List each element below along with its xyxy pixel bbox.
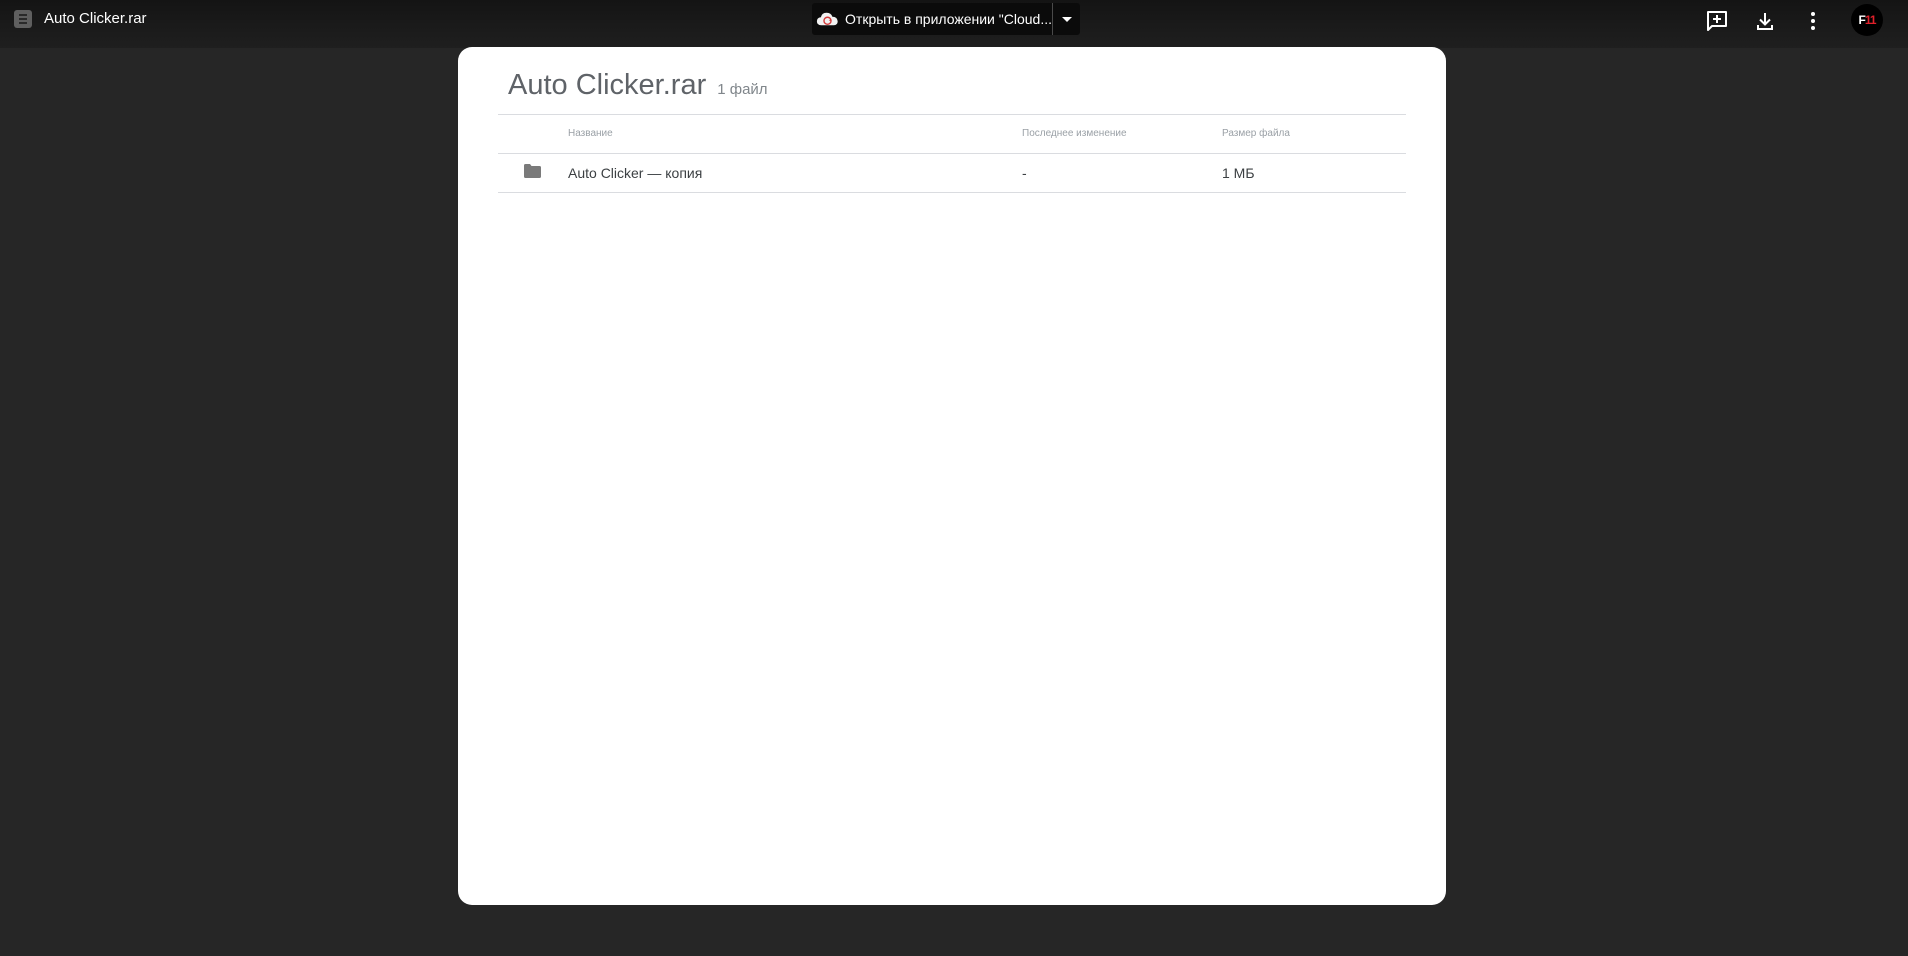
add-comment-button[interactable]	[1704, 8, 1730, 34]
column-header-modified: Последнее изменение	[1022, 128, 1127, 139]
account-avatar[interactable]: F 11	[1851, 4, 1883, 36]
archive-title: Auto Clicker.rar	[508, 69, 707, 101]
open-with-button-group: Открыть в приложении "Cloud...	[812, 3, 1080, 35]
window-title: Auto Clicker.rar	[44, 10, 147, 27]
table-header: Название Последнее изменение Размер файл…	[498, 114, 1406, 154]
more-options-icon	[1811, 12, 1815, 30]
open-with-dropdown-button[interactable]	[1053, 3, 1080, 35]
download-button[interactable]	[1752, 8, 1778, 34]
column-header-name: Название	[568, 128, 613, 139]
archive-contents-table: Название Последнее изменение Размер файл…	[498, 114, 1406, 193]
add-comment-icon	[1707, 11, 1727, 31]
open-with-label: Открыть в приложении "Cloud...	[845, 11, 1052, 27]
cloud-convert-icon	[816, 12, 838, 26]
row-name: Auto Clicker — копия	[568, 165, 703, 181]
table-row[interactable]: Auto Clicker — копия - 1 МБ	[498, 154, 1406, 193]
archive-file-icon	[14, 10, 32, 28]
download-icon	[1757, 13, 1773, 30]
row-modified: -	[1022, 165, 1027, 181]
file-count: 1 файл	[717, 81, 768, 98]
column-header-size: Размер файла	[1222, 128, 1290, 139]
archive-preview-card: Auto Clicker.rar 1 файл Название Последн…	[458, 47, 1446, 905]
more-options-button[interactable]	[1800, 8, 1826, 34]
chevron-down-icon	[1061, 16, 1072, 22]
top-bar: Auto Clicker.rar Открыть в приложении "C…	[0, 0, 1908, 48]
open-with-button[interactable]: Открыть в приложении "Cloud...	[812, 3, 1053, 35]
folder-icon	[524, 164, 541, 178]
archive-header: Auto Clicker.rar 1 файл	[508, 67, 768, 103]
row-size: 1 МБ	[1222, 165, 1255, 181]
